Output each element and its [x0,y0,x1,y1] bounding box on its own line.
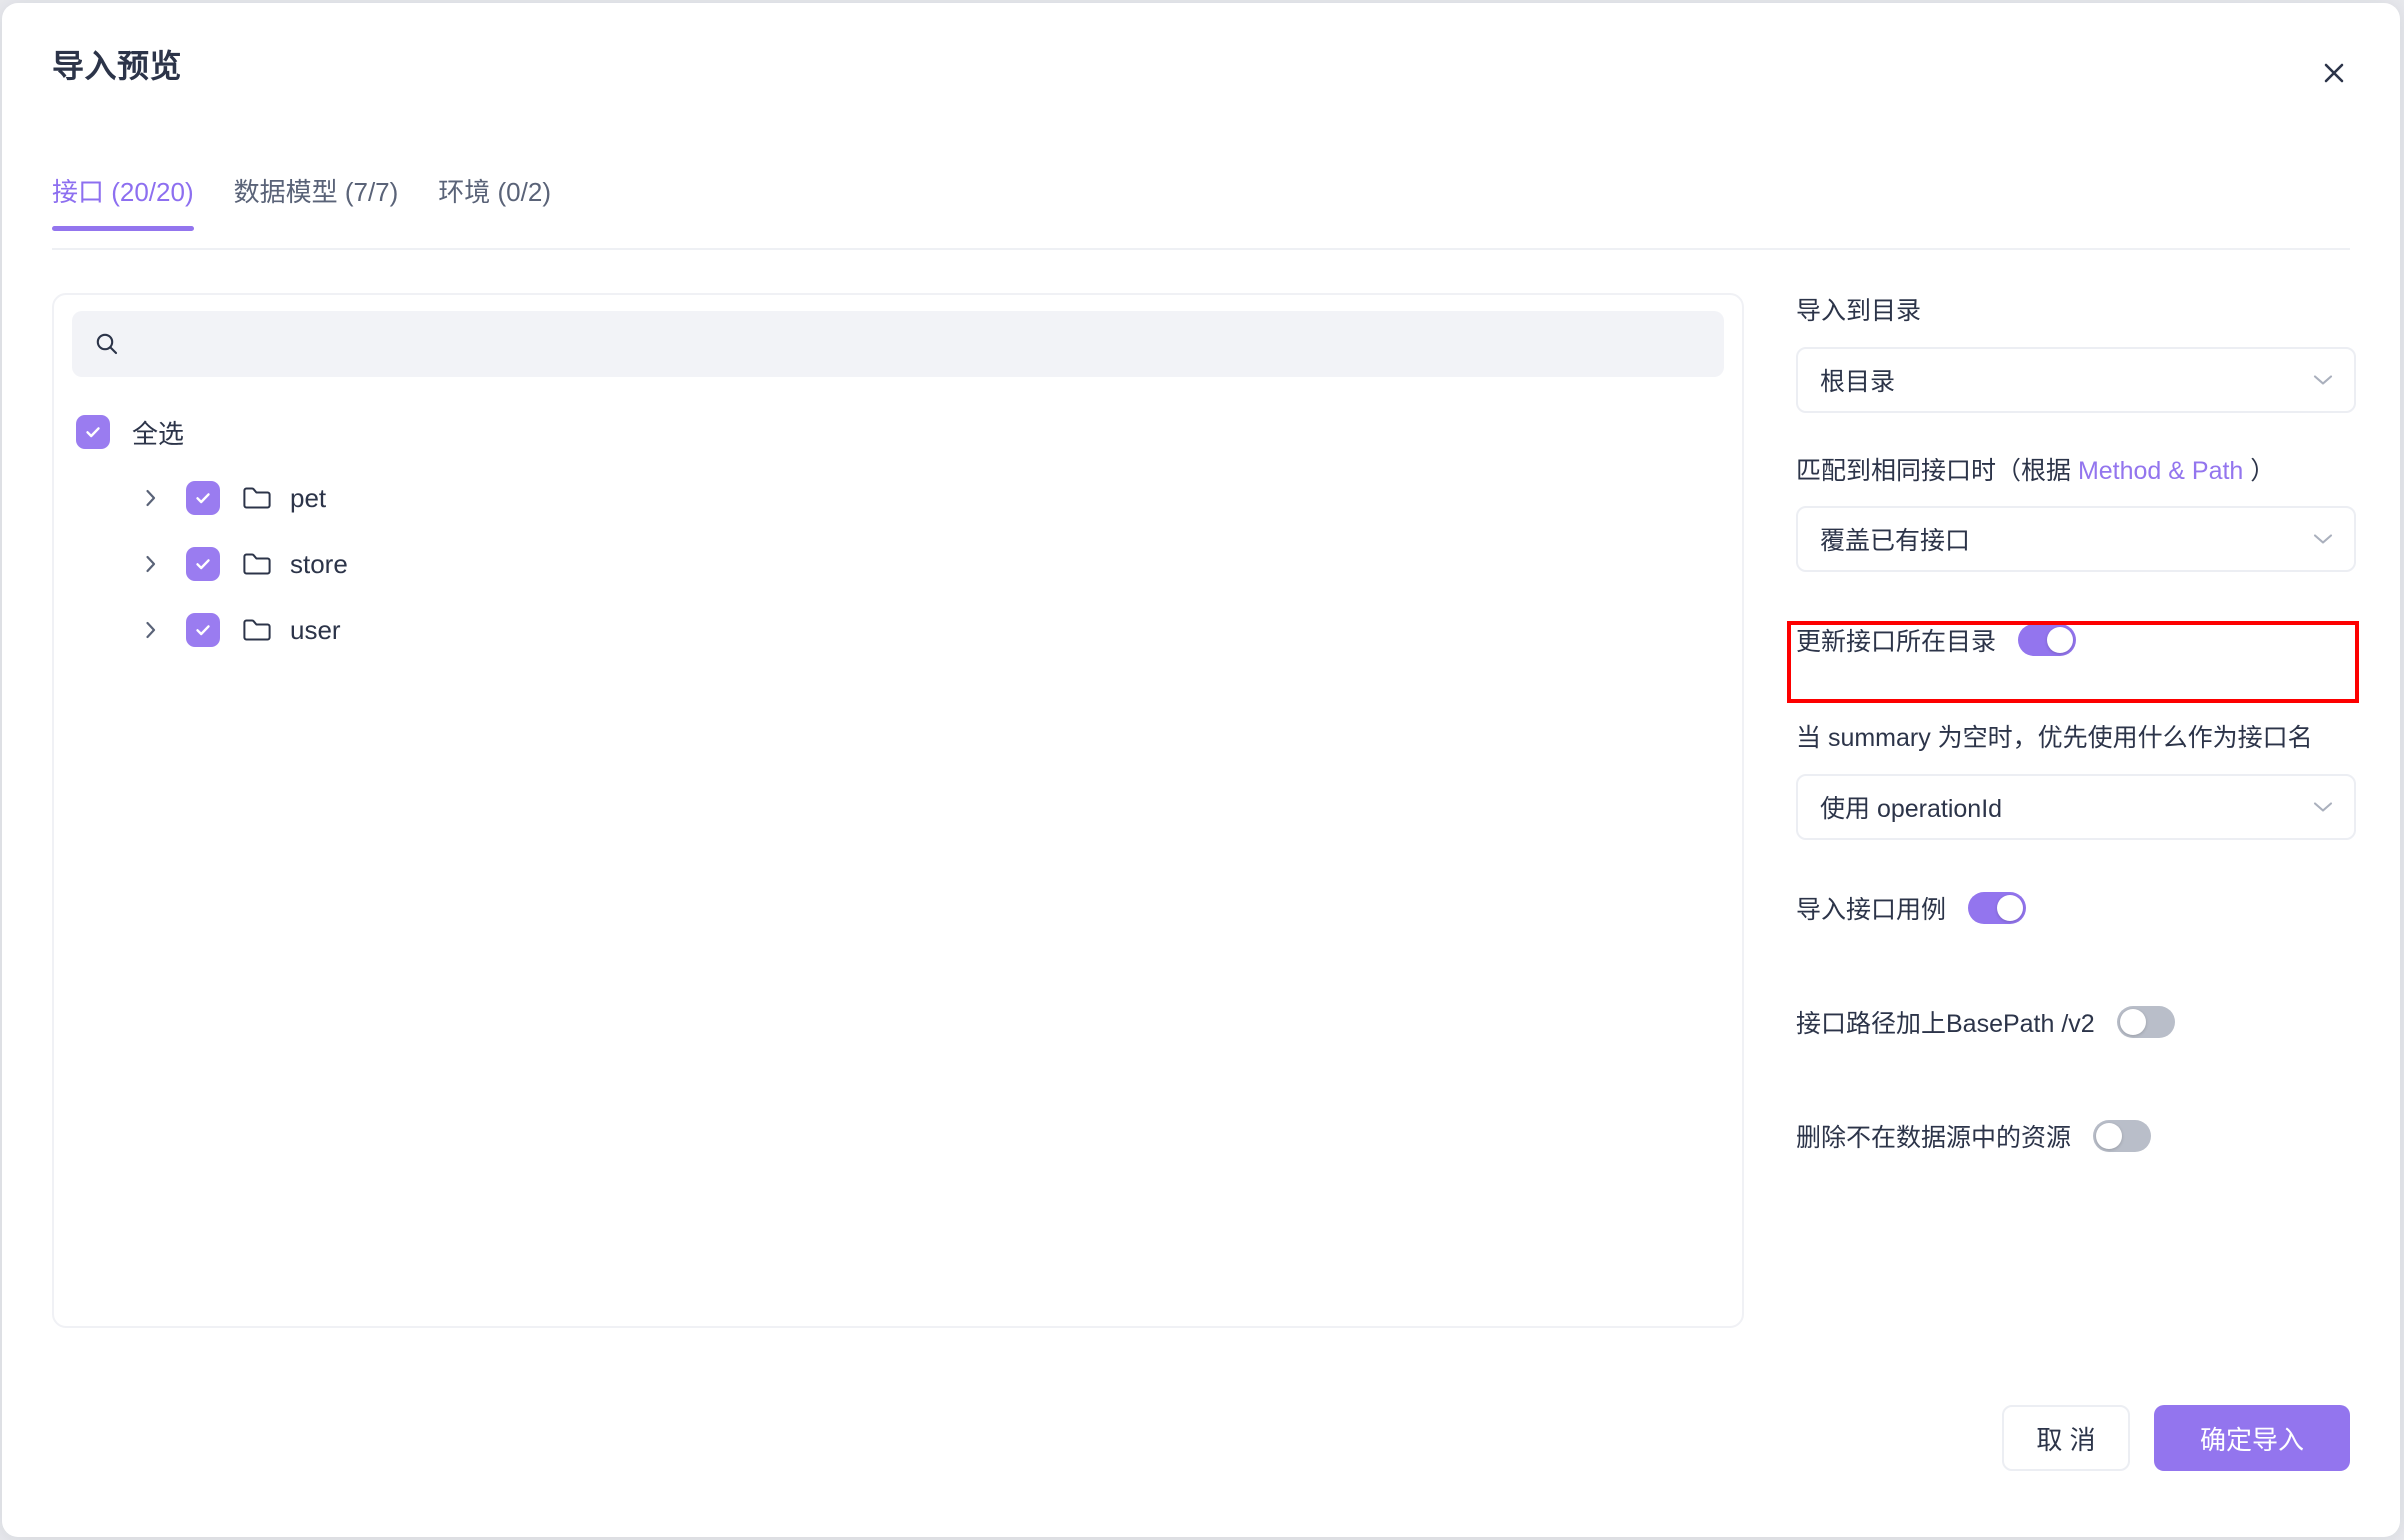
tree-node-checkbox[interactable] [186,481,220,515]
match-rule-field: 匹配到相同接口时（根据 Method & Path ） 覆盖已有接口 [1796,453,2356,572]
tab-bar: 接口 (20/20) 数据模型 (7/7) 环境 (0/2) [52,161,551,231]
search-icon [94,331,120,357]
match-rule-label-accent: Method & Path [2077,456,2244,485]
tree-row-select-all[interactable]: 全选 [54,399,1742,465]
delete-missing-field: 删除不在数据源中的资源 [1796,1108,2356,1164]
basepath-label: 接口路径加上BasePath /v2 [1796,1009,2095,1038]
delete-missing-toggle-row: 删除不在数据源中的资源 [1796,1108,2356,1164]
match-rule-label-prefix: 匹配到相同接口时（根据 [1796,456,2078,485]
folder-icon [242,485,272,511]
summary-fallback-label: 当 summary 为空时，优先使用什么作为接口名 [1796,724,2313,752]
import-preview-modal: 导入预览 接口 (20/20) 数据模型 (7/7) 环境 (0/2) 全选 p… [2,3,2400,1537]
import-dir-label: 导入到目录 [1796,297,1922,325]
page-title: 导入预览 [52,48,183,84]
import-dir-field: 导入到目录 根目录 [1796,293,2356,413]
update-dir-toggle-row: 更新接口所在目录 [1796,612,2356,668]
interface-tree-card: 全选 pet store user [52,293,1744,1328]
toggle-knob [2047,627,2074,653]
search-input[interactable] [134,311,1724,377]
tab-environments[interactable]: 环境 (0/2) [438,172,551,231]
modal-header: 导入预览 [2,3,2400,121]
update-dir-field: 更新接口所在目录 [1796,612,2356,668]
toggle-knob [2096,1122,2123,1149]
tree-node-checkbox[interactable] [186,547,220,581]
tree-row[interactable]: store [54,531,1742,597]
update-dir-toggle[interactable] [2018,624,2077,656]
import-cases-field: 导入接口用例 [1796,880,2356,936]
chevron-right-icon[interactable] [134,553,168,575]
folder-icon [242,551,272,577]
summary-fallback-select[interactable]: 使用 operationId [1796,773,2356,840]
tree-node-label: store [290,548,348,579]
select-all-checkbox[interactable] [76,415,110,449]
toggle-knob [1997,894,2024,921]
import-dir-select[interactable]: 根目录 [1796,346,2356,413]
match-rule-select[interactable]: 覆盖已有接口 [1796,506,2356,572]
close-icon [2321,60,2347,86]
summary-fallback-value: 使用 operationId [1820,794,2003,823]
import-cases-toggle[interactable] [1968,891,2027,924]
confirm-import-button[interactable]: 确定导入 [2154,1405,2350,1471]
tabs-divider [52,248,2350,250]
tree-row[interactable]: pet [54,465,1742,531]
chevron-right-icon[interactable] [134,487,168,509]
delete-missing-label: 删除不在数据源中的资源 [1796,1123,2072,1152]
chevron-down-icon [2312,532,2334,546]
import-dir-value: 根目录 [1820,367,1896,396]
delete-missing-toggle[interactable] [2093,1119,2152,1152]
summary-fallback-field: 当 summary 为空时，优先使用什么作为接口名 使用 operationId [1796,720,2356,840]
toggle-knob [2119,1008,2146,1035]
select-all-label: 全选 [132,418,185,449]
folder-icon [242,617,272,643]
chevron-down-icon [2312,373,2334,387]
close-button[interactable] [2312,51,2356,95]
chevron-right-icon[interactable] [134,619,168,641]
update-dir-label: 更新接口所在目录 [1796,628,1997,656]
match-rule-label: 匹配到相同接口时（根据 Method & Path ） [1796,453,2356,491]
tab-data-models[interactable]: 数据模型 (7/7) [234,172,399,231]
chevron-down-icon [2312,800,2334,814]
tree-node-checkbox[interactable] [186,613,220,647]
tree-node-label: pet [290,482,327,513]
import-cases-toggle-row: 导入接口用例 [1796,880,2356,936]
tab-interfaces[interactable]: 接口 (20/20) [52,172,194,231]
search-box[interactable] [72,311,1724,377]
cancel-button[interactable]: 取 消 [2002,1405,2130,1471]
modal-footer: 取 消 确定导入 [2002,1405,2350,1471]
interface-tree: 全选 pet store user [54,399,1742,663]
match-rule-label-suffix: ） [2243,456,2276,485]
basepath-toggle-row: 接口路径加上BasePath /v2 [1796,994,2356,1050]
import-settings-panel: 导入到目录 根目录 匹配到相同接口时（根据 Method & Path ） 覆盖… [1796,293,2356,1204]
import-cases-label: 导入接口用例 [1796,895,1947,924]
basepath-field: 接口路径加上BasePath /v2 [1796,994,2356,1050]
match-rule-value: 覆盖已有接口 [1820,527,1971,555]
basepath-toggle[interactable] [2116,1005,2175,1038]
tree-node-label: user [290,614,341,645]
tree-row[interactable]: user [54,597,1742,663]
